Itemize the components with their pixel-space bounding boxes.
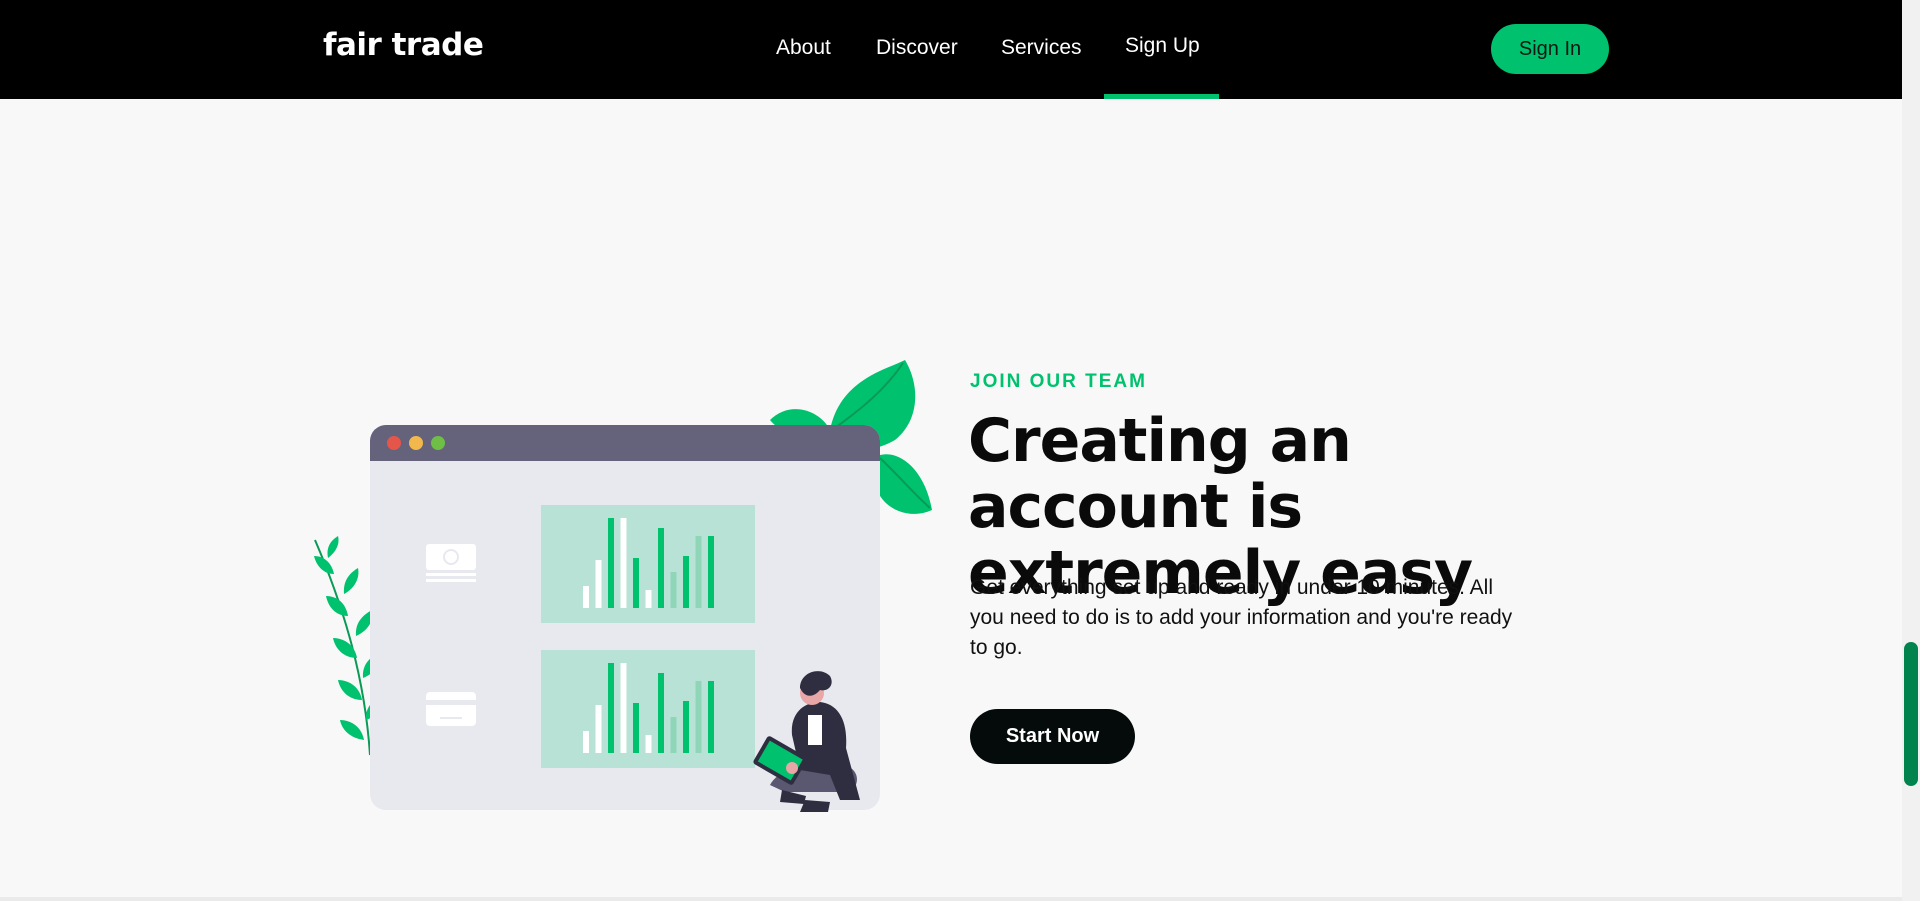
illustration-bar xyxy=(683,701,689,753)
hero-eyebrow: JOIN OUR TEAM xyxy=(970,371,1147,392)
illustration-bar xyxy=(695,681,702,753)
nav-link-discover[interactable]: Discover xyxy=(876,36,958,60)
illustration-bar xyxy=(608,663,614,753)
nav-link-sign-up[interactable]: Sign Up xyxy=(1125,34,1200,58)
illustration-bar xyxy=(595,560,602,608)
illustration-bar xyxy=(695,536,702,608)
nav-link-about[interactable]: About xyxy=(776,36,831,60)
illustration-bar xyxy=(633,703,639,753)
account-setup-illustration xyxy=(314,360,932,812)
hero-description: Get everything set up and ready in under… xyxy=(970,576,1513,659)
illustration-bar xyxy=(620,663,627,753)
credit-card-icon xyxy=(426,692,476,726)
illustration-bar xyxy=(708,681,714,753)
start-now-button[interactable]: Start Now xyxy=(970,709,1135,764)
navbar: fair trade About Discover Services Sign … xyxy=(0,0,1902,99)
illustration-bar xyxy=(583,731,589,753)
illustration-bar xyxy=(633,558,639,608)
window-minimize-dot xyxy=(409,436,423,450)
illustration-bar xyxy=(658,673,664,753)
illustration-bar xyxy=(595,705,602,753)
illustration-bar xyxy=(708,536,714,608)
illustration-bar xyxy=(645,735,652,753)
active-nav-indicator xyxy=(1104,94,1219,99)
nav-link-services[interactable]: Services xyxy=(1001,36,1082,60)
hero-illustration xyxy=(300,360,950,830)
illustration-bar xyxy=(658,528,664,608)
illustration-bar xyxy=(608,518,614,608)
main-nav: About Discover Services Sign Up xyxy=(0,0,1902,99)
illustration-bar xyxy=(583,586,589,608)
illustration-bar xyxy=(683,556,689,608)
illustration-bar xyxy=(645,590,652,608)
illustration-bar xyxy=(620,518,627,608)
window-close-dot xyxy=(387,436,401,450)
sign-in-button[interactable]: Sign In xyxy=(1491,24,1609,74)
illustration-bar xyxy=(670,717,677,753)
section-divider xyxy=(0,897,1902,901)
illustration-bar xyxy=(670,572,677,608)
page-scrollbar-thumb[interactable] xyxy=(1904,642,1918,786)
window-maximize-dot xyxy=(431,436,445,450)
